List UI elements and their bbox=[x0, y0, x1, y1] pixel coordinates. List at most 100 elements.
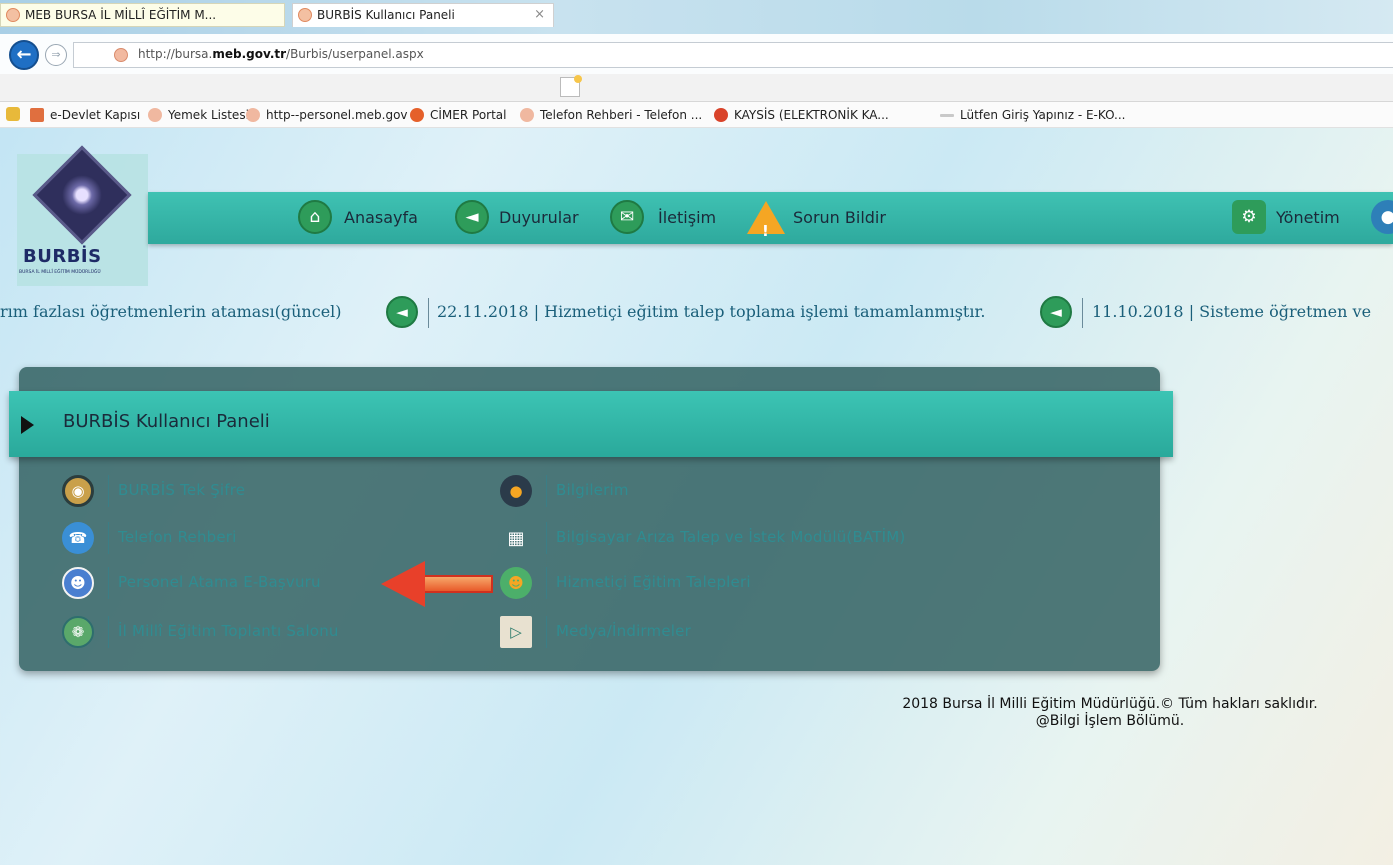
link-separator bbox=[108, 475, 109, 507]
favorite-personel[interactable]: http--personel.meb.gov bbox=[246, 107, 408, 123]
link-label: BURBİS Tek Şifre bbox=[118, 481, 246, 499]
page-footer: 2018 Bursa İl Milli Eğitim Müdürlüğü.© T… bbox=[840, 696, 1380, 730]
megaphone-icon: ◄ bbox=[386, 296, 418, 328]
link-label: Bilgilerim bbox=[556, 481, 629, 499]
link-bilgilerim[interactable]: ● Bilgilerim bbox=[500, 471, 1020, 511]
link-batim[interactable]: ▦ Bilgisayar Arıza Talep ve İstek Modülü… bbox=[500, 518, 1020, 558]
annotation-arrow-shaft bbox=[421, 575, 493, 593]
nav-duyurular[interactable]: ◄ Duyurular bbox=[455, 200, 579, 236]
favorites-star-icon[interactable] bbox=[6, 107, 20, 121]
nav-label: İletişim bbox=[658, 208, 717, 227]
warning-icon: ! bbox=[747, 200, 785, 240]
megaphone-icon: ◄ bbox=[1040, 296, 1072, 328]
favorite-edevlet[interactable]: e-Devlet Kapısı bbox=[30, 107, 140, 123]
nav-label: Yönetim bbox=[1276, 208, 1340, 227]
settings-icon: ⚙ bbox=[1232, 200, 1266, 234]
lock-gear-icon: ◉ bbox=[62, 475, 94, 507]
favorite-telefon[interactable]: Telefon Rehberi - Telefon ... bbox=[520, 107, 702, 123]
ticker-item[interactable]: 11.10.2018 | Sisteme öğretmen ve bbox=[1092, 302, 1371, 321]
nav-label: Sorun Bildir bbox=[793, 208, 886, 227]
site-icon bbox=[148, 108, 162, 122]
url-text: http://bursa.meb.gov.tr/Burbis/userpanel… bbox=[138, 47, 424, 61]
footer-copyright: 2018 Bursa İl Milli Eğitim Müdürlüğü.© T… bbox=[902, 696, 1318, 712]
panel-title: BURBİS Kullanıcı Paneli bbox=[63, 411, 270, 432]
site-favicon-icon bbox=[114, 48, 128, 62]
link-label: Bilgisayar Arıza Talep ve İstek Modülü(B… bbox=[556, 528, 906, 546]
link-label: İl Millî Eğitim Toplantı Salonu bbox=[118, 622, 339, 640]
favorite-cimer[interactable]: CİMER Portal bbox=[410, 107, 506, 123]
link-separator bbox=[108, 522, 109, 554]
envelope-icon: ✉ bbox=[610, 200, 644, 234]
site-icon bbox=[520, 108, 534, 122]
phone-icon: ☎ bbox=[62, 522, 94, 554]
link-medya-indirmeler[interactable]: ▷ Medya/İndirmeler bbox=[500, 612, 1020, 652]
cimer-icon bbox=[410, 108, 424, 122]
favorite-label: Telefon Rehberi - Telefon ... bbox=[540, 108, 703, 122]
link-separator bbox=[108, 567, 109, 599]
tab-close-icon[interactable]: × bbox=[534, 4, 545, 26]
favorite-label: KAYSİS (ELEKTRONİK KA... bbox=[734, 108, 889, 122]
ticker-separator bbox=[428, 298, 429, 328]
link-separator bbox=[108, 616, 109, 648]
address-bar[interactable]: http://bursa.meb.gov.tr/Burbis/userpanel… bbox=[73, 42, 1393, 68]
tab-meb-bursa[interactable]: MEB BURSA İL MİLLÎ EĞİTİM M... bbox=[0, 3, 285, 27]
edevlet-icon bbox=[30, 108, 44, 122]
logo-subtitle: BURSA İL MİLLÎ EĞİTİM MÜDÜRLÜĞÜ bbox=[19, 270, 101, 275]
megaphone-icon: ◄ bbox=[455, 200, 489, 234]
expand-arrow-icon bbox=[21, 416, 34, 434]
burbis-logo[interactable]: BURBİS BURSA İL MİLLÎ EĞİTİM MÜDÜRLÜĞÜ bbox=[17, 145, 148, 286]
computer-icon: ▦ bbox=[507, 527, 525, 549]
emblem-icon bbox=[32, 145, 132, 245]
favorite-ekon[interactable]: Lütfen Giriş Yapınız - E-KO... bbox=[940, 107, 1126, 123]
logo-text: BURBİS bbox=[23, 246, 102, 267]
forward-button[interactable]: ⇒ bbox=[45, 44, 67, 66]
tab-favicon-icon bbox=[6, 8, 20, 22]
favorite-label: CİMER Portal bbox=[430, 108, 507, 122]
favorite-label: e-Devlet Kapısı bbox=[50, 108, 141, 122]
link-separator bbox=[546, 616, 547, 648]
nav-yonetim[interactable]: ⚙ Yönetim bbox=[1232, 200, 1340, 236]
user-profile-icon[interactable]: ● bbox=[1371, 200, 1393, 234]
link-telefon-rehberi[interactable]: ☎ Telefon Rehberi bbox=[62, 518, 442, 558]
tab-favicon-icon bbox=[298, 8, 312, 22]
nav-label: Anasayfa bbox=[344, 208, 418, 227]
main-navigation: ⌂ Anasayfa ◄ Duyurular ✉ İletişim ! Soru… bbox=[148, 192, 1393, 244]
link-toplanti-salonu[interactable]: ❁ İl Millî Eğitim Toplantı Salonu bbox=[62, 612, 442, 652]
link-label: Telefon Rehberi bbox=[118, 528, 237, 546]
favorite-label: Lütfen Giriş Yapınız - E-KO... bbox=[960, 108, 1126, 122]
link-label: Hizmetiçi Eğitim Talepleri bbox=[556, 573, 751, 591]
link-label: Medya/İndirmeler bbox=[556, 622, 691, 640]
ticker-separator bbox=[1082, 298, 1083, 328]
favorites-bar: e-Devlet Kapısı Yemek Listesi http--pers… bbox=[0, 102, 1393, 128]
ticker-item[interactable]: 22.11.2018 | Hizmetiçi eğitim talep topl… bbox=[437, 302, 985, 321]
back-button[interactable]: ← bbox=[9, 40, 39, 70]
nav-iletisim[interactable]: ✉ İletişim bbox=[610, 200, 716, 236]
link-separator bbox=[546, 522, 547, 554]
link-label: Personel Atama E-Başvuru bbox=[118, 573, 321, 591]
tab-label: MEB BURSA İL MİLLÎ EĞİTİM M... bbox=[25, 8, 217, 22]
tab-strip bbox=[0, 74, 1393, 102]
tab-label: BURBİS Kullanıcı Paneli bbox=[317, 8, 455, 22]
favorite-label: http--personel.meb.gov bbox=[266, 108, 408, 122]
footer-department: @Bilgi İşlem Bölümü. bbox=[1035, 713, 1185, 729]
link-separator bbox=[546, 567, 547, 599]
tab-burbis-panel[interactable]: BURBİS Kullanıcı Paneli × bbox=[292, 3, 554, 27]
person-icon: ☻ bbox=[62, 567, 94, 599]
favorite-kaysis[interactable]: KAYSİS (ELEKTRONİK KA... bbox=[714, 107, 889, 123]
meeting-icon: ❁ bbox=[62, 616, 94, 648]
media-icon: ▷ bbox=[500, 616, 532, 648]
link-burbis-tek-sifre[interactable]: ◉ BURBİS Tek Şifre bbox=[62, 471, 442, 511]
favorite-yemek[interactable]: Yemek Listesi bbox=[148, 107, 249, 123]
announcement-ticker: rım fazlası öğretmenlerin ataması(güncel… bbox=[0, 296, 1393, 330]
ticker-item[interactable]: rım fazlası öğretmenlerin ataması(güncel… bbox=[0, 302, 342, 321]
home-icon: ⌂ bbox=[298, 200, 332, 234]
teacher-icon: ☻ bbox=[500, 567, 532, 599]
nav-label: Duyurular bbox=[499, 208, 579, 227]
kaysis-icon bbox=[714, 108, 728, 122]
panel-header: BURBİS Kullanıcı Paneli bbox=[9, 391, 1173, 457]
link-hizmetici-egitim[interactable]: ☻ Hizmetiçi Eğitim Talepleri bbox=[500, 563, 1020, 603]
new-tab-button[interactable] bbox=[560, 75, 582, 97]
nav-anasayfa[interactable]: ⌂ Anasayfa bbox=[298, 200, 418, 236]
nav-sorun-bildir[interactable]: ! Sorun Bildir bbox=[747, 200, 886, 240]
user-icon: ● bbox=[500, 475, 532, 507]
